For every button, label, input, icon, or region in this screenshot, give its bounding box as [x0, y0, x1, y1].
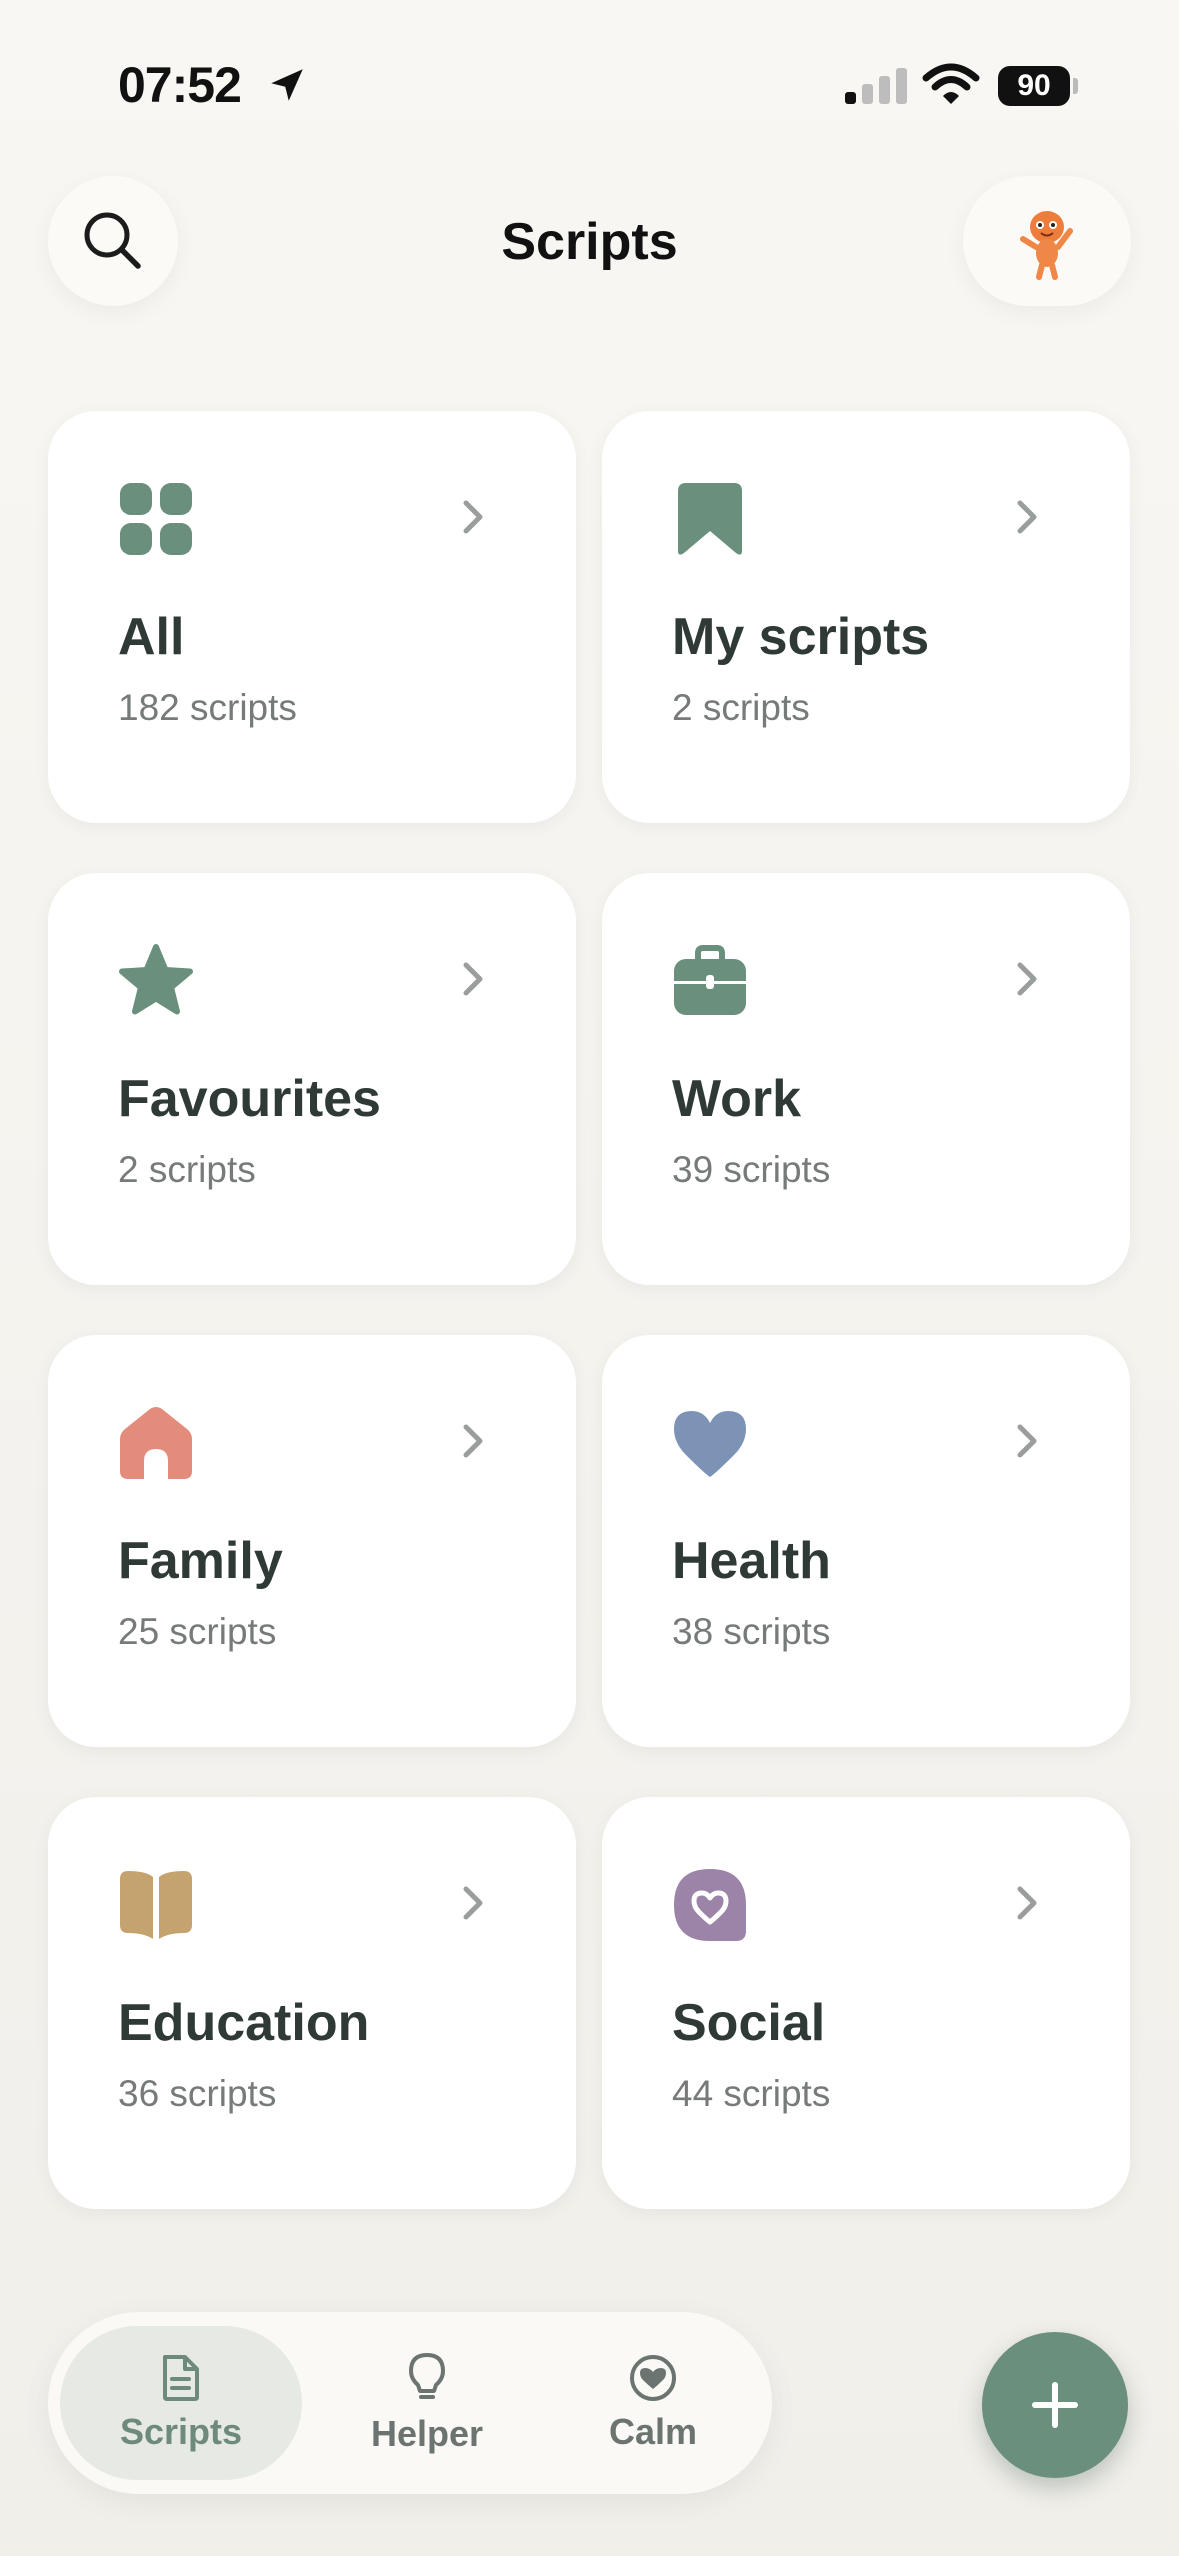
category-count: 2 scripts: [118, 1149, 256, 1190]
grid-icon: [120, 483, 192, 555]
category-count: 39 scripts: [672, 1149, 831, 1190]
chevron-right-icon: [1017, 500, 1037, 534]
category-count: 44 scripts: [672, 2073, 831, 2114]
document-icon: [163, 2355, 199, 2401]
chevron-right-icon: [463, 500, 483, 534]
bookmark-icon: [678, 483, 742, 555]
chevron-right-icon: [463, 1424, 483, 1458]
category-card-work[interactable]: Work 39 scripts: [602, 873, 1130, 1285]
category-card-family[interactable]: Family 25 scripts: [48, 1335, 576, 1747]
tab-helper[interactable]: Helper: [306, 2326, 548, 2480]
category-count: 2 scripts: [672, 687, 810, 728]
category-count: 182 scripts: [118, 687, 297, 728]
star-icon: [119, 944, 193, 1015]
wifi-icon: [922, 63, 980, 104]
category-title: All: [118, 608, 185, 666]
category-card-health[interactable]: Health 38 scripts: [602, 1335, 1130, 1747]
category-title: Family: [118, 1532, 283, 1590]
tab-label: Scripts: [119, 2411, 243, 2452]
category-card-all[interactable]: All 182 scripts: [48, 411, 576, 823]
category-title: Health: [672, 1532, 831, 1590]
mascot-avatar-icon: [1020, 211, 1073, 280]
category-count: 25 scripts: [118, 1611, 277, 1652]
battery-icon: 90: [998, 66, 1070, 106]
category-title: Favourites: [118, 1070, 381, 1128]
tab-label: Calm: [608, 2411, 698, 2452]
chevron-right-icon: [1017, 1886, 1037, 1920]
category-title: Work: [672, 1070, 802, 1128]
heart-circle-icon: [630, 2355, 676, 2401]
category-title: Education: [118, 1994, 370, 2052]
lightbulb-icon: [409, 2353, 445, 2399]
book-icon: [120, 1871, 192, 1939]
tab-calm[interactable]: Calm: [532, 2326, 774, 2480]
chevron-right-icon: [1017, 1424, 1037, 1458]
avatar-button[interactable]: [963, 176, 1131, 306]
category-count: 38 scripts: [672, 1611, 831, 1652]
briefcase-icon: [674, 945, 746, 1015]
status-time: 07:52: [118, 57, 242, 113]
tab-scripts[interactable]: Scripts: [60, 2326, 302, 2480]
category-card-social[interactable]: Social 44 scripts: [602, 1797, 1130, 2209]
location-arrow-icon: [271, 69, 303, 101]
tab-label: Helper: [370, 2413, 484, 2454]
heart-bubble-icon: [674, 1869, 746, 1941]
category-title: My scripts: [672, 608, 930, 666]
category-count: 36 scripts: [118, 2073, 277, 2114]
house-icon: [120, 1407, 192, 1479]
bottom-nav: Scripts Helper Calm: [48, 2312, 772, 2494]
category-card-my-scripts[interactable]: My scripts 2 scripts: [602, 411, 1130, 823]
plus-icon: [1032, 2382, 1078, 2428]
chevron-right-icon: [463, 962, 483, 996]
heart-icon: [674, 1411, 746, 1477]
category-card-education[interactable]: Education 36 scripts: [48, 1797, 576, 2209]
chevron-right-icon: [463, 1886, 483, 1920]
cellular-signal-icon: [845, 68, 907, 104]
category-card-favourites[interactable]: Favourites 2 scripts: [48, 873, 576, 1285]
add-script-button[interactable]: [982, 2332, 1128, 2478]
chevron-right-icon: [1017, 962, 1037, 996]
battery-nub: [1073, 78, 1078, 94]
category-title: Social: [672, 1994, 826, 2052]
